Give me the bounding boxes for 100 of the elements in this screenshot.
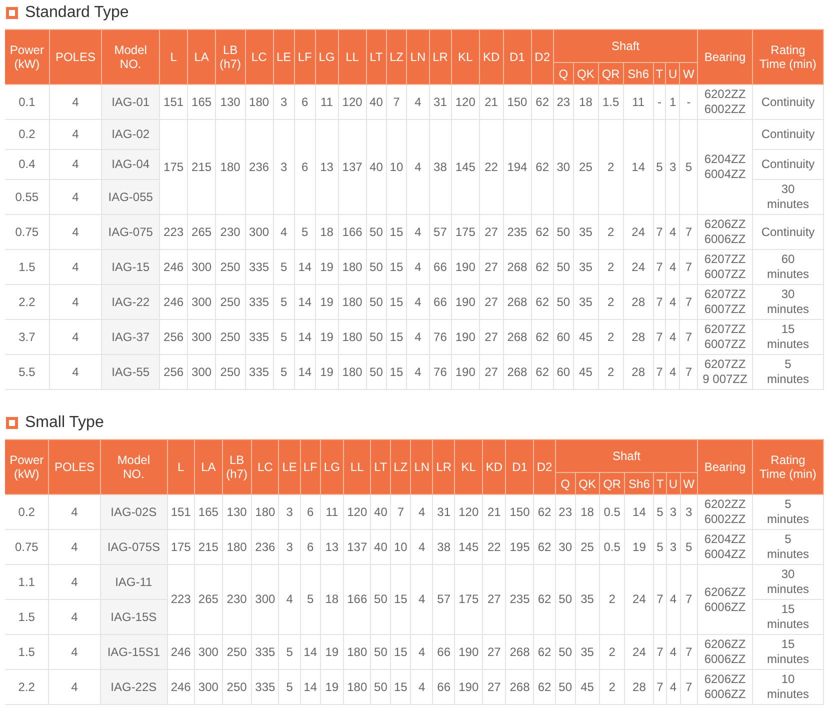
table-cell: 5 <box>273 320 295 354</box>
table-cell: 2 <box>599 634 625 670</box>
table-cell: 40 <box>366 84 386 120</box>
table-cell: 6 <box>300 530 321 564</box>
table-cell: 4 <box>406 214 430 250</box>
table-cell: 21 <box>482 494 506 530</box>
table-cell: 62 <box>531 84 554 120</box>
table-cell: 35 <box>573 214 598 250</box>
table-cell: 62 <box>534 564 556 634</box>
table-cell: 5 <box>278 670 300 704</box>
section-title: Small Type <box>25 414 104 432</box>
table-cell: 35 <box>573 250 598 284</box>
table-cell: 62 <box>531 320 554 354</box>
table-cell: 300 <box>188 354 216 390</box>
table-cell: 14 <box>294 250 316 284</box>
table-cell: 7 <box>654 564 666 634</box>
table-cell: 335 <box>251 634 279 670</box>
table-cell: 5 <box>294 214 316 250</box>
table-cell: 120 <box>338 84 366 120</box>
table-cell: 2 <box>599 670 625 704</box>
table-cell: 28 <box>624 284 654 320</box>
column-header: D2 <box>531 30 554 84</box>
table-cell: 27 <box>482 670 506 704</box>
table-cell: 4 <box>410 564 433 634</box>
column-header: Power (kW) <box>5 440 49 494</box>
table-cell: 4 <box>406 250 430 284</box>
table-cell: 14 <box>294 284 316 320</box>
column-header: L <box>160 30 188 84</box>
column-header: Sh6 <box>624 62 654 84</box>
table-cell: 15 <box>386 214 407 250</box>
table-cell: 60 minutes <box>752 250 824 284</box>
table-cell: 40 <box>370 494 390 530</box>
table-cell: 50 <box>366 214 386 250</box>
table-cell: 190 <box>451 250 480 284</box>
table-cell: 4 <box>273 214 295 250</box>
table-cell: 15 <box>390 634 411 670</box>
table-cell: 30 minutes <box>752 284 824 320</box>
table-cell: 0.5 <box>599 494 625 530</box>
table-cell: 0.5 <box>599 530 625 564</box>
column-header: POLES <box>49 30 102 84</box>
table-cell: 0.2 <box>5 120 50 150</box>
table-cell: 15 <box>386 354 407 390</box>
table-cell: 6206ZZ 6006ZZ <box>698 564 752 634</box>
column-header: LA <box>188 30 216 84</box>
table-cell: 76 <box>429 320 452 354</box>
table-cell: 5 <box>273 354 295 390</box>
table-cell: 3 <box>278 530 300 564</box>
table-cell: 22 <box>482 530 506 564</box>
table-cell: 300 <box>188 284 216 320</box>
table-cell: 40 <box>370 530 390 564</box>
table-cell: 256 <box>160 354 188 390</box>
table-cell: 4 <box>278 564 300 634</box>
table-cell: 246 <box>160 250 188 284</box>
column-header: QK <box>575 472 600 494</box>
column-header: KD <box>482 440 506 494</box>
table-cell: 60 <box>553 320 574 354</box>
section-title: Standard Type <box>25 4 129 22</box>
table-cell: Continuity <box>752 84 824 120</box>
column-header: W <box>680 62 698 84</box>
table-cell: 4 <box>410 494 433 530</box>
table-cell: 145 <box>454 530 482 564</box>
table-cell: 7 <box>653 250 666 284</box>
table-cell: Continuity <box>752 214 824 250</box>
table-cell: 27 <box>479 320 504 354</box>
table-cell: 7 <box>680 214 698 250</box>
table-cell: 300 <box>245 214 274 250</box>
table-cell: 300 <box>188 250 216 284</box>
column-header: L <box>167 440 195 494</box>
table-cell: 0.75 <box>5 530 49 564</box>
table-cell: 18 <box>575 494 600 530</box>
table-cell: 3 <box>666 530 680 564</box>
table-cell: 1 <box>666 84 680 120</box>
table-cell: 0.55 <box>5 180 50 214</box>
table-cell: 15 <box>386 250 407 284</box>
table-cell: 3 <box>666 120 680 214</box>
table-cell: 3 <box>278 494 300 530</box>
table-cell: 62 <box>531 120 554 214</box>
column-header: LN <box>406 30 430 84</box>
table-cell: 3 <box>273 84 295 120</box>
column-header: KL <box>454 440 482 494</box>
table-cell: 6204ZZ 6004ZZ <box>698 530 752 564</box>
table-cell: 268 <box>503 354 532 390</box>
table-cell: 14 <box>624 120 654 214</box>
table-cell: IAG-15S <box>100 600 168 634</box>
table-cell: 50 <box>553 284 574 320</box>
table-cell: 4 <box>666 564 680 634</box>
table-cell: 151 <box>160 84 188 120</box>
table-cell: 6207ZZ 9 007ZZ <box>698 354 752 390</box>
table-cell: 30 <box>556 530 576 564</box>
table-cell: 250 <box>222 634 252 670</box>
table-cell: 223 <box>160 214 188 250</box>
table-cell: 180 <box>216 120 246 214</box>
table-cell: 11 <box>624 84 654 120</box>
table-cell: 5 minutes <box>752 354 824 390</box>
table-cell: IAG-02S <box>100 494 168 530</box>
table-cell: IAG-22S <box>100 670 168 704</box>
table-cell: 45 <box>573 320 598 354</box>
table-cell: 215 <box>194 530 222 564</box>
table-cell: 4 <box>48 600 100 634</box>
table-cell: 22 <box>479 120 504 214</box>
